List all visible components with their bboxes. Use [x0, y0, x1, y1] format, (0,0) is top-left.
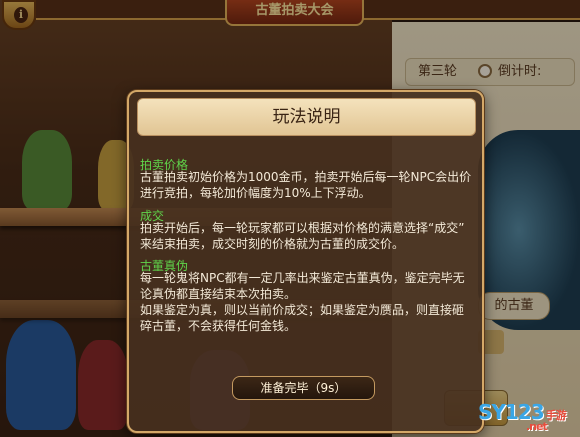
ready-button[interactable]: 准备完毕（9s） [232, 376, 375, 400]
site-watermark: SY123 手游 .net [478, 400, 567, 433]
section-text-deal-line1: 拍卖开始后，每一轮玩家都可以根据对价格的满意选择“成交” [140, 221, 465, 235]
section-text-deal-line2: 来结束拍卖，成交时刻的价格就为古董的成交价。 [140, 237, 405, 251]
section-text-authenticity-line3: 如果鉴定为真，则以当前价成交；如果鉴定为赝品，则直接砸 [140, 303, 465, 317]
watermark-suffix: 手游 [545, 409, 567, 422]
section-text-authenticity-line2: 论真伪都直接结束本次拍卖。 [140, 287, 297, 301]
section-text-authenticity-line1: 每一轮鬼将NPC都有一定几率出来鉴定古董真伪，鉴定完毕无 [140, 271, 465, 285]
game-scene: 第三轮 倒计时: 的古董 古董拍卖大会 i 玩法说明 拍卖价格 古董拍卖初始价格… [0, 0, 580, 437]
section-text-price-line2: 进行竞拍，每轮加价幅度为10%上下浮动。 [140, 186, 371, 200]
section-text-authenticity-line4: 碎古董，不会获得任何金钱。 [140, 319, 297, 333]
dialog-title: 玩法说明 [137, 98, 476, 136]
section-text-price-line1: 古董拍卖初始价格为1000金币，拍卖开始后每一轮NPC会出价 [140, 170, 472, 184]
